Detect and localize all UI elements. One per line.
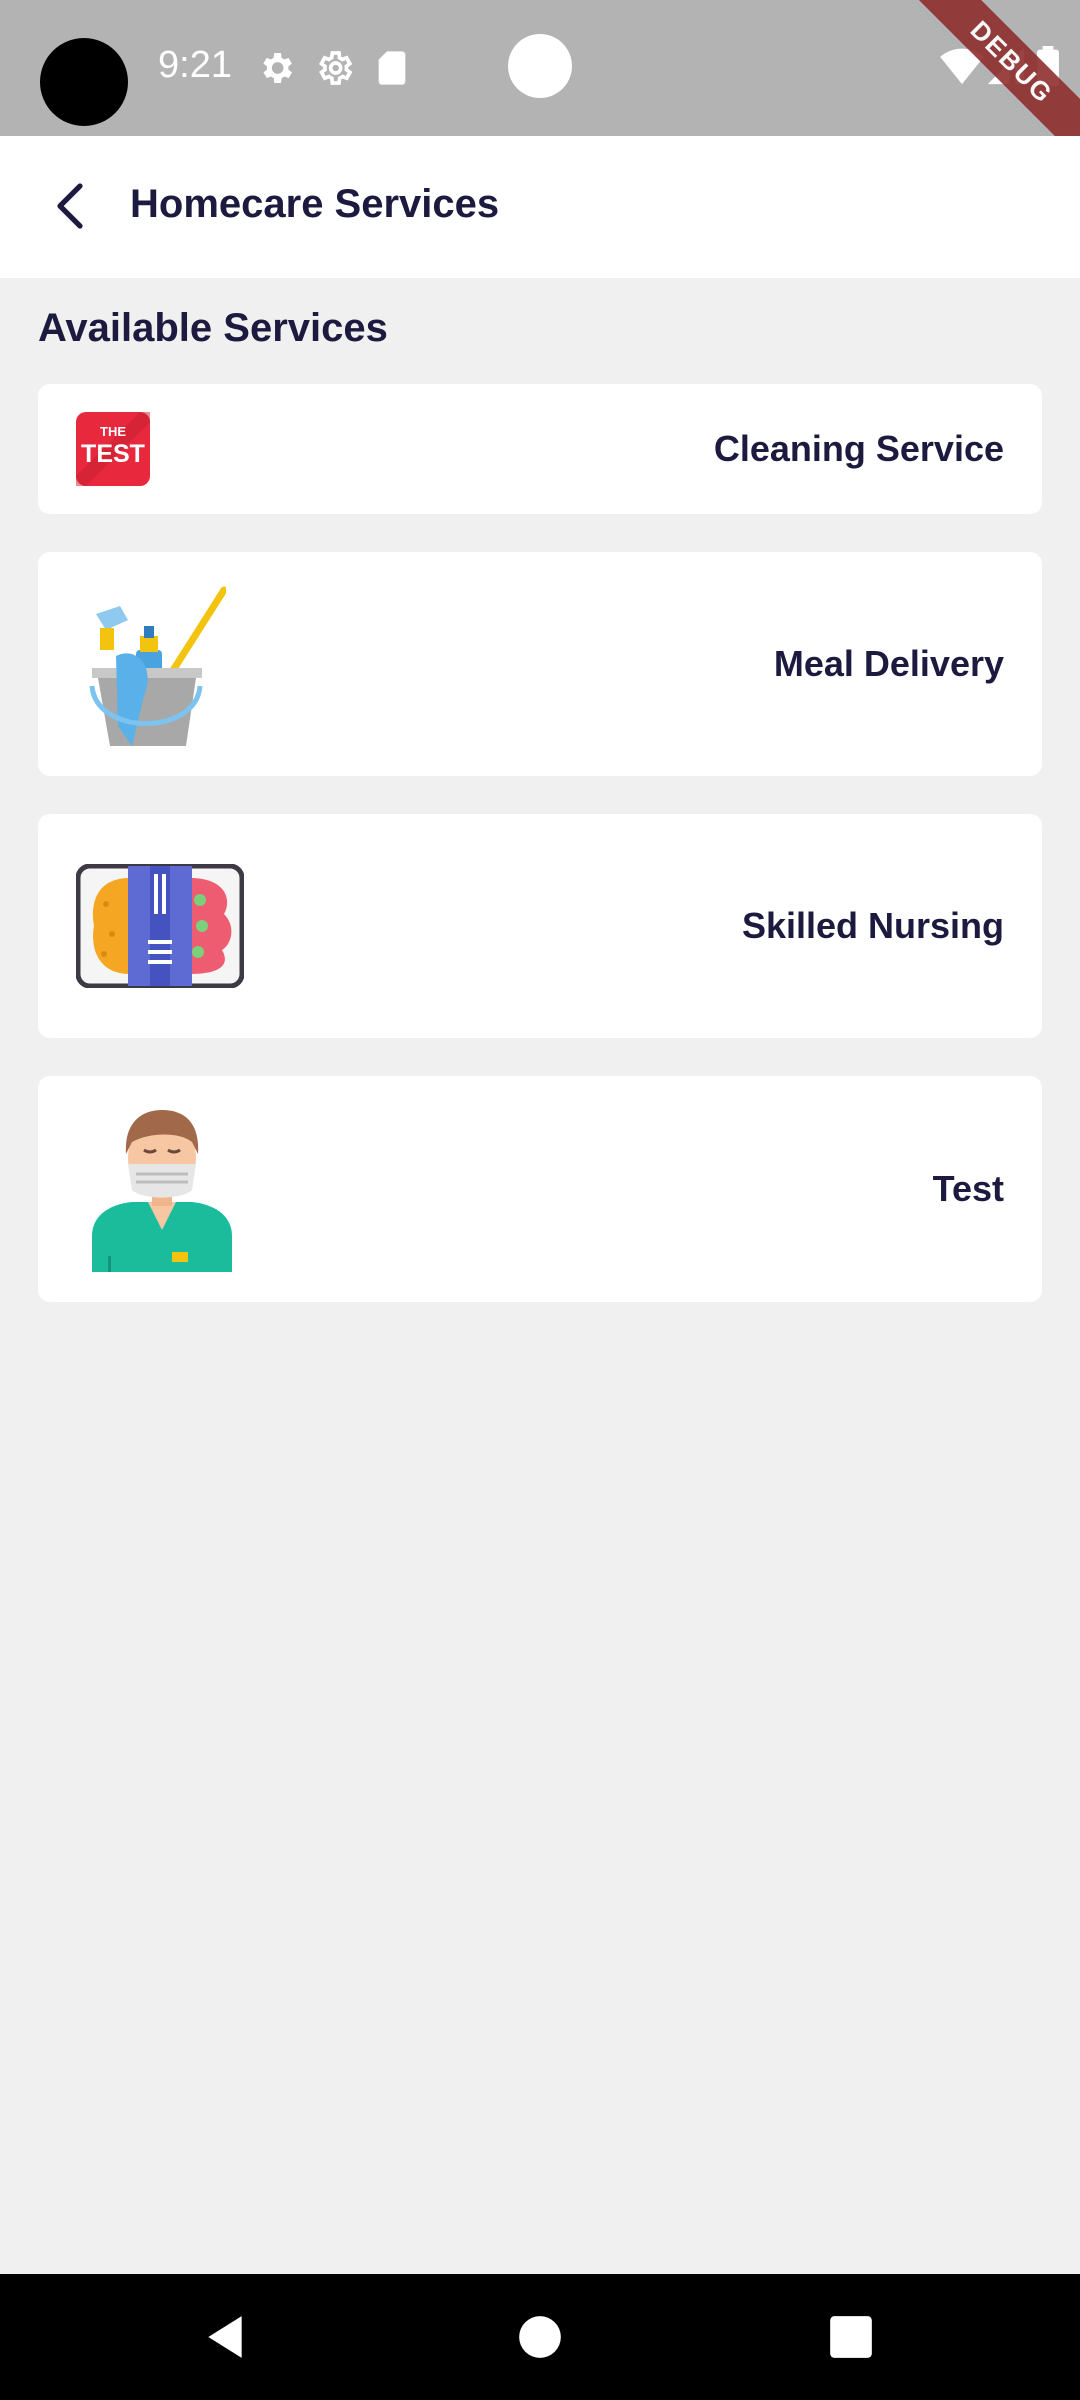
cleaning-bucket-icon [89, 586, 226, 746]
settings-outline-icon [318, 51, 353, 85]
chevron-left-icon [57, 183, 83, 229]
service-card-meal-delivery[interactable]: Meal Delivery [38, 552, 1042, 776]
service-label: Test [932, 1168, 1004, 1209]
settings-icon [263, 53, 292, 83]
app-bar: Homecare Services [0, 136, 1080, 278]
sd-card-icon [378, 51, 406, 85]
service-card-cleaning[interactable]: THE TEST Cleaning Service [38, 384, 1042, 514]
back-triangle-icon[interactable] [200, 2312, 250, 2362]
status-time: 9:21 [158, 44, 232, 86]
system-nav-bar [0, 2274, 1080, 2400]
home-circle-icon[interactable] [515, 2312, 565, 2362]
camera-cutout [40, 38, 128, 126]
recents-square-icon[interactable] [826, 2312, 876, 2362]
nurse-icon [92, 1110, 232, 1272]
status-dot [508, 34, 572, 98]
service-card-skilled-nursing[interactable]: Skilled Nursing [38, 814, 1042, 1038]
service-label: Cleaning Service [713, 428, 1004, 469]
logo-text-top: THE [100, 424, 126, 439]
service-label: Skilled Nursing [741, 905, 1004, 946]
status-bar: 9:21 DEBUG [0, 0, 1080, 170]
section-title: Available Services [38, 306, 388, 350]
service-card-test[interactable]: Test [38, 1076, 1042, 1302]
logo-text-bottom: TEST [81, 440, 145, 468]
the-test-logo: THE TEST [76, 412, 150, 486]
meal-tray-icon [76, 864, 244, 988]
page-title: Homecare Services [130, 182, 500, 226]
service-label: Meal Delivery [773, 643, 1004, 684]
back-button[interactable] [38, 174, 102, 238]
